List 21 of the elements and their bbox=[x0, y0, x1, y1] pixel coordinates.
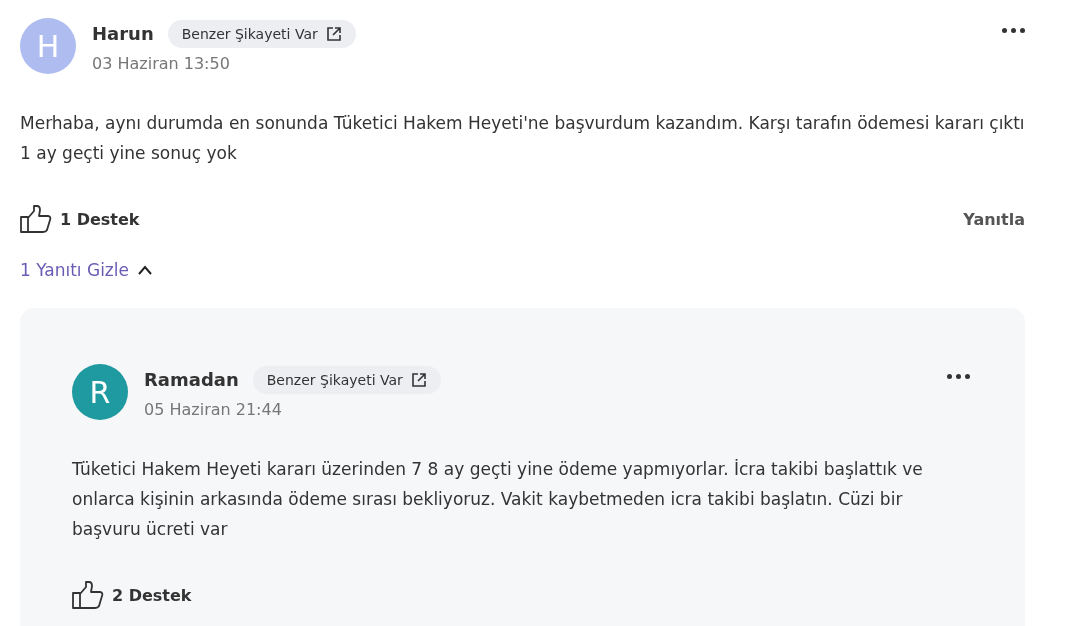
more-options-button[interactable] bbox=[947, 374, 970, 379]
hide-replies-button[interactable]: 1 Yanıtı Gizle bbox=[20, 260, 153, 280]
thumbs-up-icon bbox=[20, 204, 52, 234]
comment-date: 03 Haziran 13:50 bbox=[92, 53, 231, 73]
comment-text: Merhaba, aynı durumda en sonunda Tüketici Hakem Heyeti'ne başvurdum kazandım. Karşı tarafın ödemesi kararı çıktı 1 ay geçti yine sonuç yok bbox=[20, 112, 1025, 165]
support-button[interactable]: 2 Destek bbox=[72, 580, 192, 610]
similar-complaint-link[interactable]: Benzer Şikayeti Var bbox=[167, 19, 356, 48]
author-name: Harun bbox=[92, 23, 154, 44]
caret-icon bbox=[137, 265, 153, 275]
similar-complaint-link[interactable]: Benzer Şikayeti Var bbox=[252, 365, 441, 394]
avatar: R bbox=[72, 364, 128, 420]
comment-date: 05 Haziran 21:44 bbox=[144, 399, 283, 419]
support-button[interactable]: 1 Destek bbox=[20, 204, 140, 234]
external-link-icon bbox=[410, 371, 427, 388]
author-name: Ramadan bbox=[144, 369, 239, 390]
thumbs-up-icon bbox=[72, 580, 104, 610]
external-link-icon bbox=[325, 25, 342, 42]
comment-text: Tüketici Hakem Heyeti kararı üzerinden 7 8 ay geçti yine ödeme yapmıyorlar. İcra takibi başlattık ve onlarca kişinin arkasında ödeme sırası bekliyoruz. Vakit kaybetmeden icra takibi başlatın. Cüzi bir başvuru ücreti var bbox=[72, 458, 924, 541]
avatar: H bbox=[20, 18, 76, 74]
more-options-button[interactable] bbox=[1002, 28, 1025, 33]
reply-button[interactable]: Yanıtla bbox=[963, 209, 1025, 229]
